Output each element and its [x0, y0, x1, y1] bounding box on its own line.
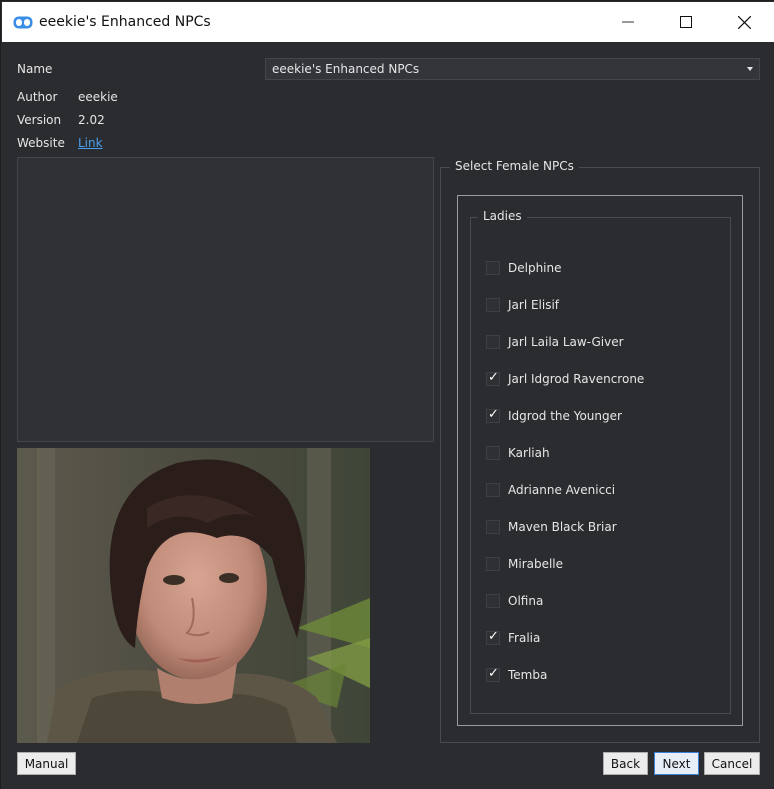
checkbox-label: Maven Black Briar	[508, 520, 617, 534]
name-label: Name	[17, 62, 53, 76]
checkbox-label: Karliah	[508, 446, 550, 460]
maximize-button[interactable]	[657, 2, 715, 42]
minimize-button[interactable]	[599, 2, 657, 42]
checkbox-box[interactable]: ✓	[486, 483, 500, 497]
name-combobox-value: eeekie's Enhanced NPCs	[272, 62, 420, 76]
checkbox-box[interactable]: ✓	[486, 666, 500, 682]
author-label: Author	[17, 90, 58, 104]
npc-preview-image	[17, 448, 370, 743]
checkbox-box[interactable]: ✓	[486, 335, 500, 349]
cancel-button[interactable]: Cancel	[704, 752, 760, 775]
checkbox-box[interactable]: ✓	[486, 629, 500, 645]
description-box[interactable]	[17, 157, 434, 442]
back-button[interactable]: Back	[603, 752, 648, 775]
checkbox-jarl-laila[interactable]: ✓ Jarl Laila Law-Giver	[486, 334, 624, 350]
installer-content: Name eeekie's Enhanced NPCs Author eeeki…	[2, 42, 774, 789]
checkmark-icon: ✓	[488, 629, 499, 644]
checkbox-mirabelle[interactable]: ✓ Mirabelle	[486, 556, 563, 572]
website-link[interactable]: Link	[78, 136, 103, 150]
checkbox-box[interactable]: ✓	[486, 370, 500, 386]
checkbox-label: Jarl Laila Law-Giver	[508, 335, 624, 349]
title-bar[interactable]: eeekie's Enhanced NPCs	[2, 2, 774, 42]
checkbox-jarl-idgrod[interactable]: ✓ Jarl Idgrod Ravencrone	[486, 370, 645, 387]
group-title: Select Female NPCs	[450, 159, 579, 173]
checkmark-icon: ✓	[488, 407, 499, 422]
checkbox-jarl-elisif[interactable]: ✓ Jarl Elisif	[486, 297, 559, 313]
checkbox-temba[interactable]: ✓ Temba	[486, 666, 548, 683]
checkbox-label: Jarl Idgrod Ravencrone	[508, 372, 645, 386]
checkbox-box[interactable]: ✓	[486, 407, 500, 423]
maximize-icon	[680, 16, 692, 28]
checkbox-label: Jarl Elisif	[508, 298, 560, 312]
checkbox-label: Olfina	[508, 594, 544, 608]
checkbox-box[interactable]: ✓	[486, 557, 500, 571]
checkbox-box[interactable]: ✓	[486, 261, 500, 275]
name-combobox[interactable]: eeekie's Enhanced NPCs	[265, 58, 760, 80]
subgroup-title: Ladies	[478, 209, 527, 223]
checkbox-label: Delphine	[508, 261, 562, 275]
checkbox-box[interactable]: ✓	[486, 446, 500, 460]
manual-button[interactable]: Manual	[17, 752, 76, 775]
checkbox-olfina[interactable]: ✓ Olfina	[486, 593, 543, 609]
checkbox-idgrod-younger[interactable]: ✓ Idgrod the Younger	[486, 407, 622, 424]
next-button[interactable]: Next	[654, 752, 699, 775]
checkbox-label: Mirabelle	[508, 557, 564, 571]
version-label: Version	[17, 113, 62, 127]
checkmark-icon: ✓	[488, 666, 499, 681]
checkbox-label: Idgrod the Younger	[508, 409, 622, 423]
checkbox-label: Fralia	[508, 631, 541, 645]
checkbox-karliah[interactable]: ✓ Karliah	[486, 445, 550, 461]
version-value: 2.02	[78, 113, 105, 127]
checkbox-adrianne[interactable]: ✓ Adrianne Avenicci	[486, 482, 615, 498]
app-logo-icon	[13, 16, 33, 29]
minimize-icon	[622, 21, 634, 23]
checkbox-label: Adrianne Avenicci	[508, 483, 616, 497]
checkbox-maven[interactable]: ✓ Maven Black Briar	[486, 519, 617, 535]
close-button[interactable]	[715, 2, 773, 42]
checkbox-box[interactable]: ✓	[486, 298, 500, 312]
author-value: eeekie	[78, 90, 118, 104]
window-title: eeekie's Enhanced NPCs	[39, 14, 211, 30]
checkbox-fralia[interactable]: ✓ Fralia	[486, 629, 541, 646]
checkmark-icon: ✓	[488, 370, 499, 385]
chevron-down-icon	[747, 67, 753, 71]
website-label: Website	[17, 136, 65, 150]
checkbox-box[interactable]: ✓	[486, 594, 500, 608]
close-icon	[737, 15, 751, 29]
checkbox-delphine[interactable]: ✓ Delphine	[486, 260, 562, 276]
checkbox-label: Temba	[508, 668, 548, 682]
installer-window: eeekie's Enhanced NPCs Name eeekie's Enh…	[0, 0, 774, 789]
checkbox-box[interactable]: ✓	[486, 520, 500, 534]
